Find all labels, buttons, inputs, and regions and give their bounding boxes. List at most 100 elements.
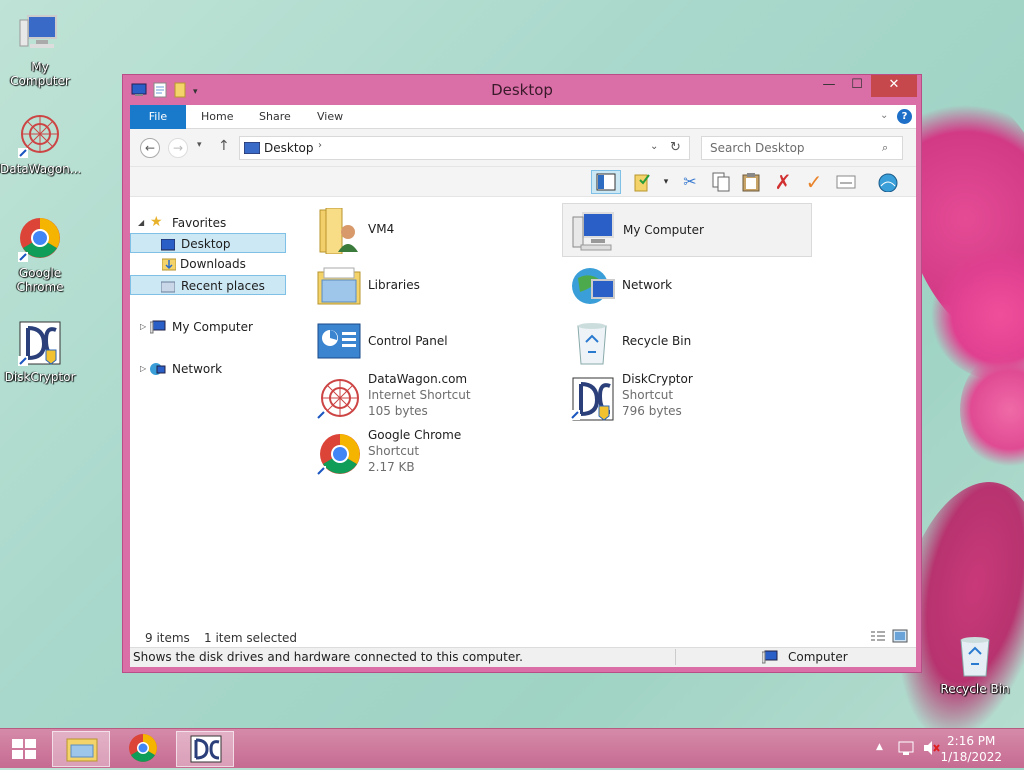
minimize-button[interactable]: — (815, 75, 843, 97)
computer-icon (16, 10, 64, 58)
address-bar[interactable]: Desktop › ⌄ ↻ (239, 136, 690, 160)
address-path[interactable]: Desktop (264, 141, 314, 155)
computer-small-icon (149, 320, 166, 334)
file-item-network[interactable]: Network (562, 259, 812, 313)
tab-file[interactable]: File (130, 105, 186, 129)
nav-my-computer[interactable]: ▷ My Computer (132, 317, 288, 337)
info-bar: Shows the disk drives and hardware conne… (130, 647, 916, 667)
clock-time: 2:16 PM (947, 734, 996, 748)
info-text: Shows the disk drives and hardware conne… (133, 650, 523, 664)
diskcryptor-icon (16, 320, 64, 368)
details-view-icon[interactable] (870, 629, 886, 646)
delete-icon[interactable]: ✗ (771, 170, 795, 194)
file-name: DataWagon.com (368, 372, 468, 386)
window-title: Desktop (491, 81, 553, 99)
cut-icon[interactable]: ✂ (678, 170, 702, 194)
windows-logo-icon (12, 739, 36, 759)
tab-share[interactable]: Share (259, 105, 291, 129)
expand-ribbon-icon[interactable]: ⌄ (880, 110, 888, 121)
chrome-icon (129, 734, 157, 762)
tab-home[interactable]: Home (201, 105, 233, 129)
desktop-icon-recycle-bin[interactable]: Recycle Bin (935, 632, 1015, 696)
rename-check-icon[interactable]: ✓ (802, 170, 826, 194)
navigation-pane: ◢ ★ Favorites Desktop Downloads Recent p… (130, 197, 290, 627)
recent-places-icon (160, 279, 176, 293)
nav-favorites[interactable]: ◢ ★ Favorites (132, 213, 288, 233)
show-hidden-icons-icon[interactable]: ▲ (876, 742, 883, 752)
taskbar-chrome[interactable] (114, 731, 172, 767)
search-input[interactable]: Search Desktop (701, 136, 903, 160)
file-item-datawagon[interactable]: DataWagon.com Internet Shortcut 105 byte… (308, 371, 558, 425)
network-icon (570, 264, 616, 310)
nav-recent-places[interactable]: Recent places (130, 275, 286, 295)
nav-label: Downloads (180, 257, 246, 271)
file-list: VM4 My Computer Libraries Network Contro… (300, 197, 916, 627)
file-item-vm4[interactable]: VM4 (308, 203, 558, 257)
divider (675, 649, 676, 665)
taskbar-diskcryptor[interactable] (176, 731, 234, 767)
paste-icon[interactable] (739, 170, 763, 194)
command-toolbar: ▾ ✂ ✗ ✓ (130, 167, 916, 197)
file-item-my-computer[interactable]: My Computer (562, 203, 812, 257)
status-bar: 9 items 1 item selected (130, 627, 916, 649)
maximize-button[interactable]: ☐ (843, 75, 871, 97)
expand-arrow-icon[interactable]: ▷ (140, 359, 146, 379)
collapse-arrow-icon[interactable]: ◢ (138, 213, 144, 233)
preview-pane-icon[interactable] (591, 170, 621, 194)
file-item-recycle-bin[interactable]: Recycle Bin (562, 315, 812, 369)
dropdown-arrow-icon[interactable]: ▾ (654, 170, 678, 194)
address-dropdown-icon[interactable]: ⌄ (650, 141, 658, 152)
diskcryptor-icon (190, 735, 222, 763)
nav-downloads[interactable]: Downloads (132, 254, 288, 274)
file-item-libraries[interactable]: Libraries (308, 259, 558, 313)
nav-network[interactable]: ▷ Network (132, 359, 288, 379)
internet-globe-icon[interactable] (876, 170, 900, 194)
copy-icon[interactable] (709, 170, 733, 194)
tab-view[interactable]: View (317, 105, 343, 129)
address-row: ← → ▾ ↑ Desktop › ⌄ ↻ Search Desktop ⌕ (130, 129, 916, 167)
properties-toolbar-icon[interactable] (630, 170, 654, 194)
datawagon-icon (16, 112, 64, 160)
breadcrumb-chevron-icon[interactable]: › (318, 140, 322, 151)
desktop-icon-google-chrome[interactable]: Google Chrome (0, 216, 80, 294)
taskbar: ▲ 2:16 PM 1/18/2022 (0, 728, 1024, 768)
taskbar-file-explorer[interactable] (52, 731, 110, 767)
info-location: Computer (788, 650, 848, 664)
large-icons-view-icon[interactable] (892, 629, 908, 646)
network-tray-icon[interactable] (898, 740, 914, 759)
file-name: Libraries (368, 278, 420, 292)
desktop-icon-datawagon[interactable]: DataWagon... (0, 112, 81, 176)
help-icon[interactable]: ? (897, 109, 912, 124)
item-count: 9 items (145, 631, 190, 645)
start-button[interactable] (0, 731, 48, 767)
desktop-icon (160, 237, 176, 251)
select-all-icon[interactable] (834, 170, 858, 194)
nav-label: Recent places (181, 279, 265, 293)
desktop-small-icon (243, 141, 261, 157)
desktop-icon-my-computer[interactable]: My Computer (0, 10, 80, 88)
refresh-icon[interactable]: ↻ (670, 140, 681, 155)
nav-label: Network (172, 362, 223, 376)
close-button[interactable]: ✕ (871, 75, 917, 97)
volume-muted-icon[interactable] (922, 739, 940, 760)
file-item-diskcryptor[interactable]: DiskCryptor Shortcut 796 bytes (562, 371, 812, 425)
nav-label: Desktop (181, 237, 231, 251)
explorer-window: ▾ Desktop — ☐ ✕ File Home Share View ⌄ ?… (122, 74, 922, 673)
recent-locations-icon[interactable]: ▾ (197, 140, 202, 150)
file-item-control-panel[interactable]: Control Panel (308, 315, 558, 369)
desktop-icon-label: Recycle Bin (940, 682, 1010, 696)
expand-arrow-icon[interactable]: ▷ (140, 317, 146, 337)
file-item-google-chrome[interactable]: Google Chrome Shortcut 2.17 KB (308, 427, 558, 481)
title-bar[interactable]: ▾ Desktop — ☐ ✕ (123, 75, 921, 105)
file-name: VM4 (368, 222, 395, 236)
back-button[interactable]: ← (140, 138, 160, 158)
forward-button[interactable]: → (168, 138, 188, 158)
star-icon: ★ (150, 214, 163, 230)
nav-label: Favorites (172, 216, 227, 230)
chrome-icon (316, 432, 362, 478)
taskbar-clock[interactable]: 2:16 PM 1/18/2022 (940, 733, 1002, 765)
desktop-icon-label: My Computer (10, 60, 70, 88)
nav-desktop[interactable]: Desktop (130, 233, 286, 253)
up-button[interactable]: ↑ (218, 138, 230, 154)
desktop-icon-diskcryptor[interactable]: DiskCryptor (0, 320, 80, 384)
